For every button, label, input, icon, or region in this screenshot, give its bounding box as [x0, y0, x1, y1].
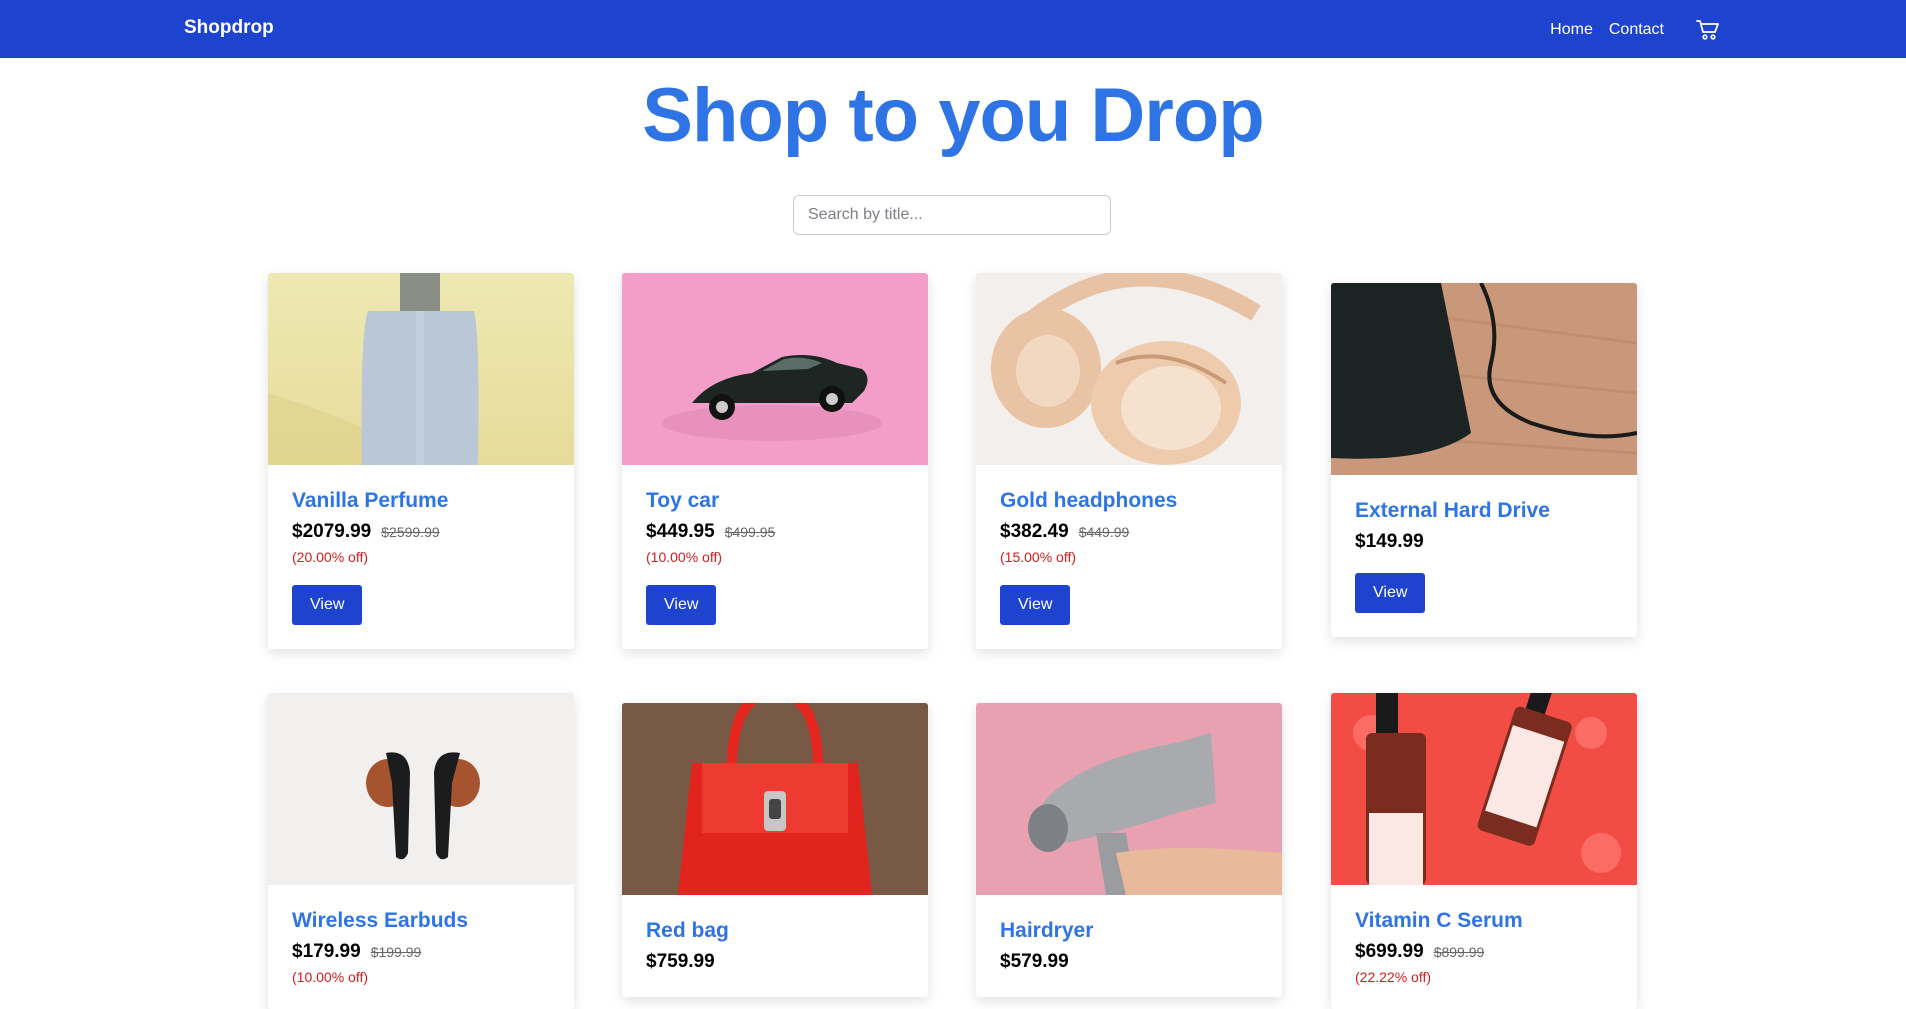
product-image-serum[interactable] — [1331, 693, 1637, 885]
product-card: Hairdryer $579.99 — [976, 703, 1282, 997]
product-discount: (20.00% off) — [292, 549, 369, 565]
view-button[interactable]: View — [292, 585, 363, 625]
product-old-price: $2599.99 — [381, 524, 440, 540]
product-card: Red bag $759.99 — [622, 703, 928, 997]
product-card: Vitamin C Serum $699.99 $899.99 (22.22% … — [1331, 693, 1637, 1009]
product-card: Wireless Earbuds $179.99 $199.99 (10.00%… — [268, 693, 574, 1009]
product-discount: (15.00% off) — [1000, 549, 1077, 565]
product-image-headphones[interactable] — [976, 273, 1282, 465]
product-price: $759.99 — [646, 951, 715, 972]
product-image-earbuds[interactable] — [268, 693, 574, 885]
page-title: Shop to you Drop — [642, 73, 1264, 158]
product-price: $149.99 — [1355, 531, 1424, 552]
product-image-hard-drive[interactable] — [1331, 283, 1637, 475]
nav-contact-link[interactable]: Contact — [1609, 21, 1664, 39]
product-image-red-bag[interactable] — [622, 703, 928, 895]
brand-logo[interactable]: Shopdrop — [184, 17, 274, 39]
view-button[interactable]: View — [1355, 573, 1426, 613]
product-discount: (22.22% off) — [1355, 969, 1432, 985]
product-price: $382.49 — [1000, 521, 1069, 542]
product-price: $449.95 — [646, 521, 715, 542]
product-image-hairdryer[interactable] — [976, 703, 1282, 895]
product-image-perfume[interactable] — [268, 273, 574, 465]
product-old-price: $449.99 — [1078, 524, 1130, 540]
search-input[interactable] — [793, 195, 1111, 235]
product-title[interactable]: External Hard Drive — [1355, 499, 1550, 522]
view-button[interactable]: View — [646, 585, 717, 625]
product-price: $179.99 — [292, 941, 361, 962]
product-card: Vanilla Perfume $2079.99 $2599.99 (20.00… — [268, 273, 574, 649]
product-title[interactable]: Gold headphones — [1000, 489, 1177, 512]
product-card: Gold headphones $382.49 $449.99 (15.00% … — [976, 273, 1282, 649]
product-title[interactable]: Wireless Earbuds — [292, 909, 468, 932]
nav-home-link[interactable]: Home — [1550, 21, 1593, 39]
product-image-toy-car[interactable] — [622, 273, 928, 465]
product-title[interactable]: Vanilla Perfume — [292, 489, 448, 512]
product-price: $579.99 — [1000, 951, 1069, 972]
product-card: Toy car $449.95 $499.95 (10.00% off) Vie… — [622, 273, 928, 649]
product-price: $699.99 — [1355, 941, 1424, 962]
product-old-price: $499.95 — [724, 524, 776, 540]
product-price: $2079.99 — [292, 521, 372, 542]
cart-icon[interactable] — [1696, 19, 1720, 41]
product-old-price: $199.99 — [370, 944, 422, 960]
product-title[interactable]: Toy car — [646, 489, 719, 512]
product-old-price: $899.99 — [1433, 944, 1485, 960]
product-card: External Hard Drive $149.99 View — [1331, 283, 1637, 637]
product-discount: (10.00% off) — [646, 549, 723, 565]
navbar: Shopdrop Home Contact — [0, 0, 1906, 58]
product-discount: (10.00% off) — [292, 969, 369, 985]
view-button[interactable]: View — [1000, 585, 1071, 625]
product-title[interactable]: Red bag — [646, 919, 729, 942]
product-title[interactable]: Hairdryer — [1000, 919, 1093, 942]
product-title[interactable]: Vitamin C Serum — [1355, 909, 1523, 932]
nav-links: Home Contact — [1550, 19, 1720, 41]
